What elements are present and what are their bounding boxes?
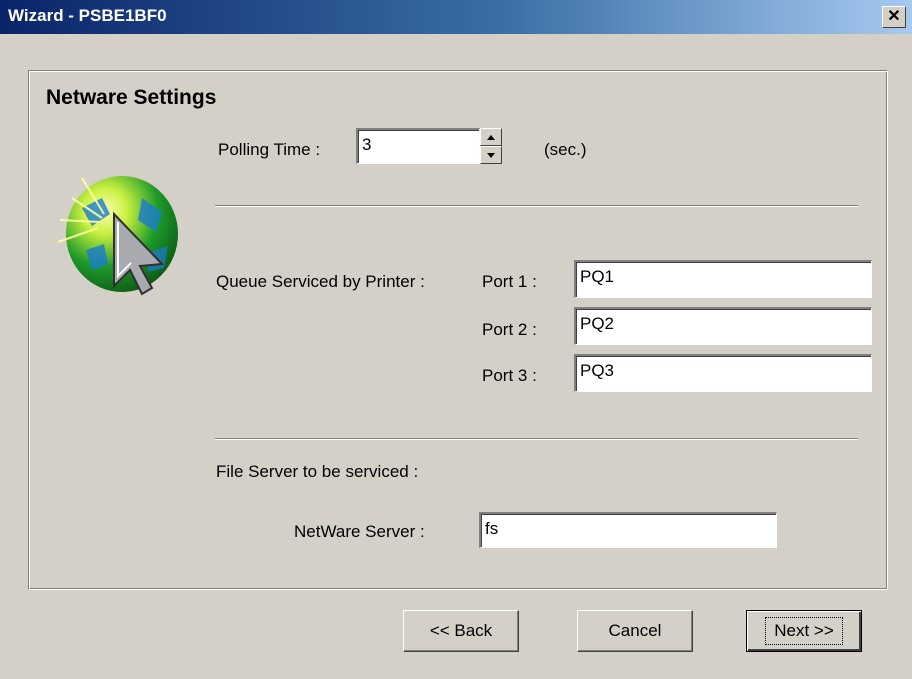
next-button-label: Next >>: [765, 617, 843, 645]
port-2-label: Port 2 :: [482, 320, 537, 339]
title-bar: Wizard - PSBE1BF0 ✕: [0, 0, 912, 34]
separator: [215, 205, 858, 207]
port-1-label: Port 1 :: [482, 272, 537, 291]
close-button[interactable]: ✕: [882, 6, 906, 28]
netware-server-input[interactable]: fs: [479, 512, 777, 548]
file-server-label: File Server to be serviced :: [216, 462, 419, 481]
polling-time-spinner[interactable]: [480, 128, 502, 164]
spin-up-button[interactable]: [480, 128, 502, 146]
port-3-label: Port 3 :: [482, 366, 537, 385]
polling-time-unit: (sec.): [544, 140, 587, 159]
port-3-input[interactable]: PQ3: [574, 354, 872, 392]
next-button[interactable]: Next >>: [746, 610, 862, 652]
queue-label: Queue Serviced by Printer :: [216, 272, 425, 291]
separator: [215, 438, 858, 440]
arrow-up-icon: [487, 134, 495, 140]
window-title: Wizard - PSBE1BF0: [8, 6, 167, 25]
back-button[interactable]: << Back: [403, 610, 519, 652]
page-title: Netware Settings: [46, 86, 217, 109]
globe-cursor-icon: [57, 176, 178, 296]
arrow-down-icon: [487, 152, 495, 158]
polling-time-input[interactable]: 3: [356, 128, 480, 164]
netware-server-label: NetWare Server :: [294, 522, 425, 541]
port-1-input[interactable]: PQ1: [574, 260, 872, 298]
close-icon: ✕: [887, 8, 901, 25]
cancel-button[interactable]: Cancel: [577, 610, 693, 652]
port-2-input[interactable]: PQ2: [574, 307, 872, 345]
polling-time-label: Polling Time :: [218, 140, 321, 159]
spin-down-button[interactable]: [480, 146, 502, 164]
